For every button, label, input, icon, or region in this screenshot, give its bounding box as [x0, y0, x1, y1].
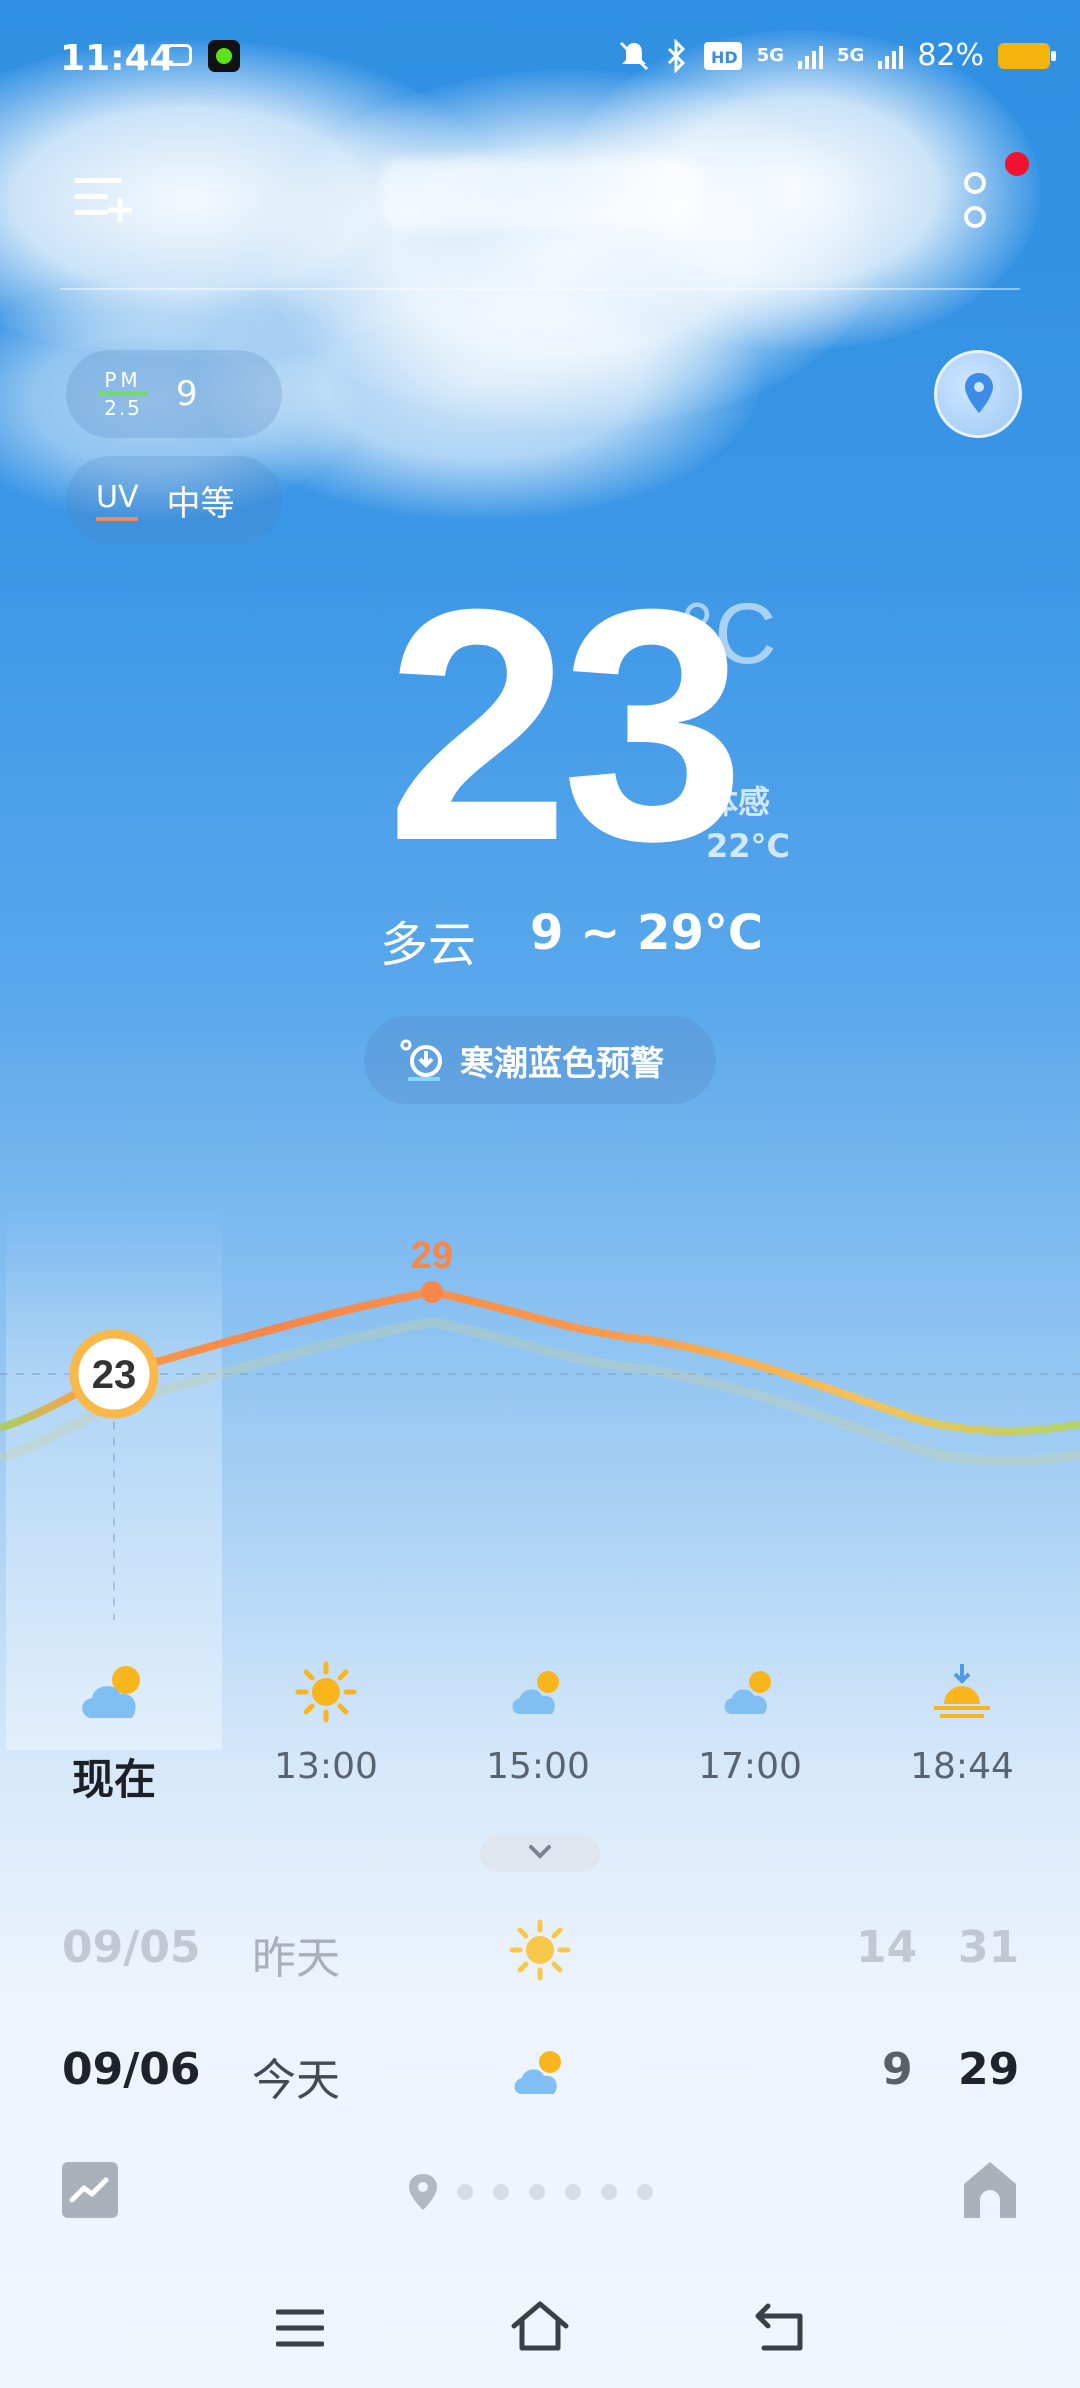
- uv-icon: UV: [96, 479, 139, 521]
- sunny-icon: [295, 1661, 357, 1723]
- header-divider: [60, 288, 1020, 290]
- alert-text: 寒潮蓝色预警: [460, 1043, 664, 1084]
- uv-pill[interactable]: UV 中等: [66, 456, 282, 544]
- signal-icon: [878, 43, 904, 69]
- temperature-range: 9 ~ 29°C: [530, 905, 764, 961]
- pm-label-sub: 2.5: [104, 396, 142, 420]
- feels-like: 体感 22°C: [706, 780, 790, 868]
- cloudy-icon: [514, 2051, 561, 2094]
- status-right: HD 5G 5G 82%: [617, 38, 1056, 73]
- day-high: 31: [958, 1922, 1020, 1973]
- add-icon: [108, 198, 132, 222]
- signal-icon: [798, 43, 823, 69]
- uv-label: UV: [96, 479, 139, 515]
- hour-label: 17:00: [698, 1746, 802, 1787]
- hour-item-now[interactable]: 现在: [34, 1660, 194, 1807]
- cold-wave-alert-button[interactable]: 寒潮蓝色预警: [364, 1016, 716, 1104]
- weather-condition: 多云: [380, 917, 477, 973]
- hourly-temperature-chart: 29 23: [0, 1235, 1080, 1620]
- chevron-down-icon: [529, 1845, 551, 1859]
- status-bar: 11:44 HD 5G 5G 82%: [0, 0, 1080, 120]
- home-icon[interactable]: [510, 2300, 570, 2352]
- day-low: 14: [856, 1922, 918, 1973]
- hour-item[interactable]: 13:00: [246, 1660, 406, 1787]
- network-5g-label: 5G: [756, 45, 784, 66]
- app-notification-icon: [208, 40, 240, 72]
- expand-handle[interactable]: [480, 1834, 600, 1872]
- hour-item[interactable]: 18:44: [882, 1660, 1042, 1787]
- day-label: 昨天: [252, 1933, 340, 1984]
- day-high: 29: [958, 2044, 1020, 2095]
- pm25-pill[interactable]: PM 2.5 9: [66, 350, 282, 438]
- bluetooth-icon: [667, 38, 685, 73]
- day-label: 今天: [252, 2055, 340, 2106]
- hour-label: 13:00: [274, 1746, 378, 1787]
- svg-text:HD: HD: [711, 48, 738, 67]
- sunny-icon: [509, 1919, 571, 1981]
- battery-icon: [998, 42, 1056, 69]
- more-options-button[interactable]: [962, 172, 992, 236]
- menu-icon[interactable]: [276, 2308, 324, 2348]
- uv-value: 中等: [166, 483, 235, 524]
- feels-like-label: 体感: [706, 783, 771, 821]
- pm-label: PM: [104, 368, 142, 392]
- cloudy-icon: [82, 1666, 140, 1718]
- city-list-button[interactable]: [74, 178, 132, 228]
- network-5g-label-2: 5G: [837, 45, 865, 66]
- pm25-icon: PM 2.5: [98, 370, 148, 418]
- peak-label: 29: [411, 1235, 453, 1277]
- feels-like-value: 22°C: [706, 827, 791, 865]
- city-name-blurred[interactable]: [380, 158, 700, 228]
- bottom-dock: [0, 2150, 1080, 2250]
- trend-chart-icon[interactable]: [62, 2162, 118, 2218]
- day-low: 9: [882, 2044, 913, 2095]
- day-date: 09/05: [62, 1922, 201, 1973]
- daily-row-today[interactable]: 09/06 今天 9 29: [0, 2044, 1080, 2124]
- back-icon[interactable]: [754, 2302, 806, 2352]
- home-weather-icon[interactable]: [962, 2160, 1018, 2220]
- current-point-label: 23: [92, 1353, 137, 1397]
- hour-label: 现在: [71, 1755, 156, 1804]
- pm25-value: 9: [176, 374, 198, 414]
- hour-item[interactable]: 15:00: [458, 1660, 618, 1787]
- status-time: 11:44: [60, 38, 175, 79]
- weather-screen: 11:44 HD 5G 5G 82% PM 2.5 9 UV 中等 23 °C …: [0, 0, 1080, 2388]
- temperature-unit: °C: [680, 586, 777, 682]
- cloudy-icon: [512, 1671, 559, 1714]
- notification-dot: [1005, 152, 1029, 176]
- location-pin-icon: [965, 373, 993, 413]
- peak-point: [421, 1281, 443, 1303]
- system-navigation-bar: [0, 2270, 1080, 2388]
- temperature-curve: [0, 1287, 1080, 1435]
- hour-item[interactable]: 17:00: [670, 1660, 830, 1787]
- sunset-icon: [934, 1664, 990, 1718]
- cold-wave-icon: [400, 1039, 442, 1081]
- battery-percent: 82%: [917, 38, 984, 73]
- mute-icon: [619, 41, 648, 70]
- cloudy-icon: [724, 1671, 771, 1714]
- tv-app-icon: [166, 44, 192, 66]
- daily-row-yesterday[interactable]: 09/05 昨天 14 31: [0, 1919, 1080, 2002]
- hour-label: 18:44: [910, 1746, 1014, 1787]
- hour-label: 15:00: [486, 1746, 590, 1787]
- day-date: 09/06: [62, 2044, 201, 2095]
- page-indicator[interactable]: [405, 2170, 665, 2214]
- map-button[interactable]: [934, 350, 1022, 438]
- hd-icon: HD: [703, 41, 742, 70]
